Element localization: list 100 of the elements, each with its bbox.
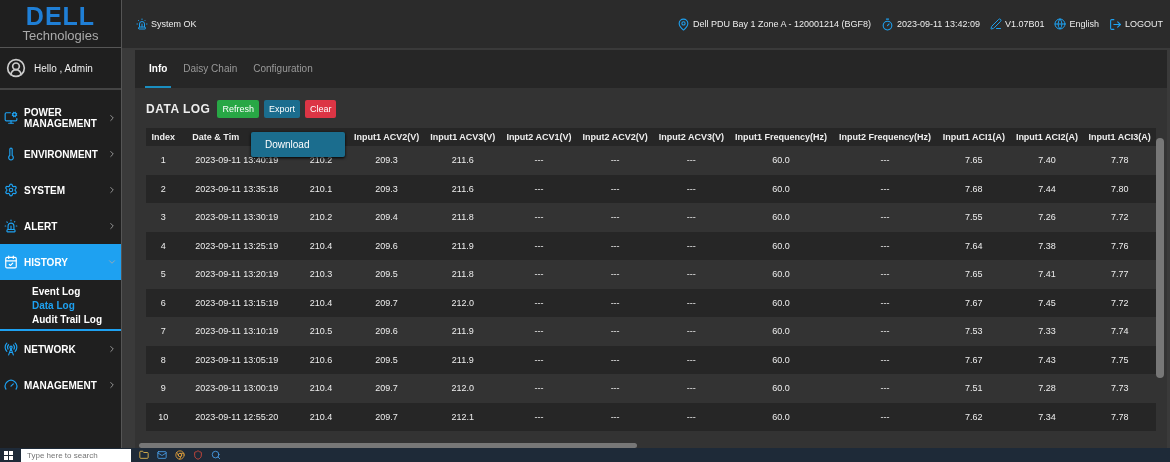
- table-cell: ---: [501, 402, 577, 431]
- section-title: DATA LOG: [146, 102, 211, 116]
- vertical-scrollbar[interactable]: [1156, 138, 1164, 378]
- brand-logo: DELL: [25, 4, 96, 28]
- table-cell: 212.0: [424, 374, 502, 403]
- nav-item[interactable]: ALERT: [0, 208, 121, 244]
- table-cell: 2023-09-11 12:55:20: [180, 402, 294, 431]
- table-cell: 2023-09-11 13:30:19: [180, 203, 294, 232]
- table-cell: 210.4: [293, 374, 349, 403]
- table-cell: 60.0: [729, 203, 834, 232]
- table-cell: ---: [501, 317, 577, 346]
- submenu-item[interactable]: Data Log: [32, 300, 121, 311]
- table-cell: 7.45: [1010, 288, 1084, 317]
- table-cell: 60.0: [729, 345, 834, 374]
- nav-item[interactable]: POWER MANAGEMENT: [0, 100, 121, 136]
- table-cell: 212.1: [424, 402, 502, 431]
- table-cell: 60.0: [729, 402, 834, 431]
- table-cell: ---: [501, 146, 577, 175]
- table-cell: 209.7: [348, 374, 425, 403]
- table-cell: 210.3: [293, 260, 349, 289]
- table-cell: 60.0: [729, 317, 834, 346]
- column-header: Input1 ACV3(V): [424, 128, 502, 146]
- table-cell: 7.67: [937, 288, 1011, 317]
- submenu-item[interactable]: Audit Trail Log: [32, 314, 121, 325]
- nav-item[interactable]: NETWORK: [0, 331, 121, 367]
- column-header: Input2 ACV1(V): [501, 128, 577, 146]
- nav-icon: [4, 183, 18, 197]
- horizontal-scrollbar[interactable]: [139, 443, 637, 448]
- table-cell: ---: [576, 146, 654, 175]
- table-cell: 7.65: [937, 260, 1011, 289]
- submenu-item[interactable]: Event Log: [32, 286, 121, 297]
- table-cell: 60.0: [729, 260, 834, 289]
- table-cell: ---: [833, 288, 937, 317]
- table-cell: 10: [146, 402, 181, 431]
- table-cell: 209.5: [348, 345, 425, 374]
- clear-button[interactable]: Clear: [304, 100, 337, 118]
- table-cell: ---: [501, 260, 577, 289]
- table-cell: 210.4: [293, 402, 349, 431]
- column-header: Input2 Frequency(Hz): [833, 128, 937, 146]
- table-cell: 7.77: [1083, 260, 1156, 289]
- logout-link[interactable]: LOGOUT: [1109, 17, 1163, 31]
- column-header: Input1 ACI2(A): [1010, 128, 1084, 146]
- browser-icon[interactable]: [175, 450, 185, 460]
- windows-start-icon[interactable]: [4, 450, 13, 460]
- language-selector[interactable]: English: [1054, 18, 1099, 30]
- table-cell: ---: [833, 402, 937, 431]
- table-cell: 7.67: [937, 345, 1011, 374]
- tab[interactable]: Configuration: [249, 50, 317, 88]
- table-cell: ---: [576, 203, 654, 232]
- table-cell: 7.75: [1083, 345, 1156, 374]
- table-cell: ---: [653, 402, 730, 431]
- nav-item[interactable]: SYSTEM: [0, 172, 121, 208]
- table-cell: ---: [576, 374, 654, 403]
- nav-item[interactable]: ENVIRONMENT: [0, 136, 121, 172]
- table-cell: ---: [833, 231, 937, 260]
- table-cell: ---: [653, 288, 730, 317]
- table-cell: 7.40: [1010, 146, 1084, 175]
- table-cell: 7.80: [1083, 174, 1156, 203]
- table-cell: 6: [146, 288, 181, 317]
- table-cell: 211.8: [424, 260, 502, 289]
- search-icon[interactable]: [211, 450, 221, 460]
- table-cell: 210.4: [293, 231, 349, 260]
- date-time: 2023-09-11 13:42:09: [881, 17, 980, 31]
- taskbar-search-field[interactable]: Type here to search: [21, 448, 131, 462]
- table-cell: 7.33: [1010, 317, 1084, 346]
- shield-icon[interactable]: [193, 450, 203, 460]
- export-button[interactable]: Export: [263, 100, 300, 118]
- table-cell: 60.0: [729, 146, 834, 175]
- table-cell: 7.64: [937, 231, 1011, 260]
- folder-icon[interactable]: [139, 450, 149, 460]
- table-cell: 3: [146, 203, 181, 232]
- mail-icon[interactable]: [157, 450, 167, 460]
- table-cell: ---: [653, 146, 730, 175]
- nav-icon: [4, 219, 18, 233]
- table-cell: ---: [833, 345, 937, 374]
- table-cell: ---: [576, 260, 654, 289]
- nav-icon: [4, 255, 18, 269]
- dropdown-item[interactable]: Download: [251, 135, 345, 154]
- table-cell: 7.78: [1083, 146, 1156, 175]
- tab[interactable]: Info: [145, 50, 172, 88]
- table-cell: 1: [146, 146, 181, 175]
- table-cell: 211.9: [424, 317, 502, 346]
- table-cell: 2023-09-11 13:15:19: [180, 288, 294, 317]
- globe-icon: [1054, 18, 1067, 30]
- table-cell: 7.41: [1010, 260, 1084, 289]
- table-cell: 2023-09-11 13:10:19: [180, 317, 294, 346]
- table-cell: 209.3: [348, 146, 425, 175]
- table-cell: 209.7: [348, 288, 425, 317]
- column-header: Input1 ACV2(V): [348, 128, 425, 146]
- location-pin-icon: [676, 17, 690, 31]
- table-cell: ---: [501, 174, 577, 203]
- nav-item[interactable]: MANAGEMENT: [0, 367, 121, 403]
- table-cell: 9: [146, 374, 181, 403]
- pen-icon: [989, 18, 1002, 30]
- table-cell: ---: [653, 260, 730, 289]
- column-header: Input1 Frequency(Hz): [729, 128, 834, 146]
- tab[interactable]: Daisy Chain: [179, 50, 242, 88]
- table-cell: 212.0: [424, 288, 502, 317]
- table-cell: 210.5: [293, 317, 349, 346]
- table-cell: 2023-09-11 13:25:19: [180, 231, 294, 260]
